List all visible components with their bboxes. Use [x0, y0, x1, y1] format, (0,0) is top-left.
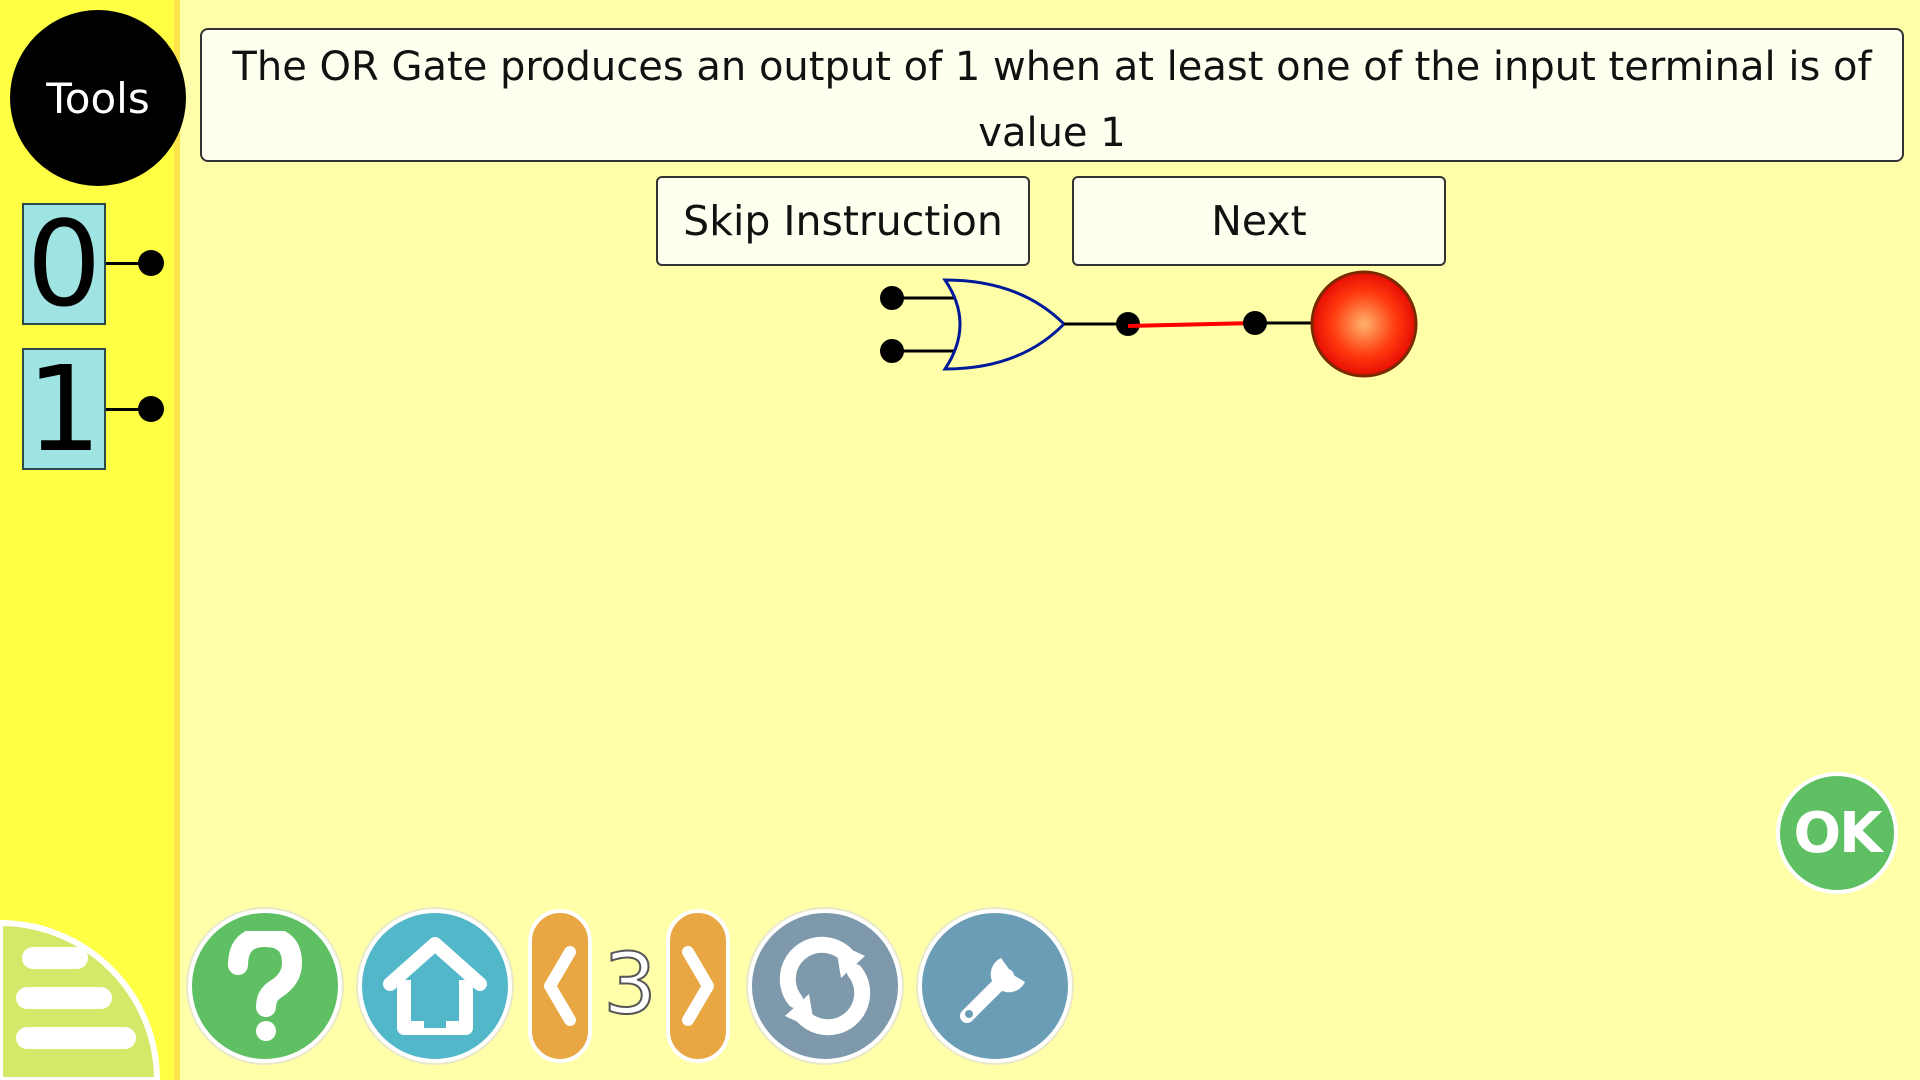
help-icon: [228, 931, 303, 1041]
chevron-right-icon: [682, 946, 714, 1026]
connection-wire[interactable]: [1127, 321, 1256, 328]
settings-button[interactable]: [918, 909, 1072, 1063]
menu-button[interactable]: [0, 915, 165, 1080]
reload-button[interactable]: [748, 909, 902, 1063]
gate-input-a-terminal[interactable]: [880, 286, 904, 310]
level-number: 3: [602, 934, 657, 1034]
wrench-icon: [960, 958, 1025, 1023]
or-gate[interactable]: [942, 278, 1067, 371]
home-button[interactable]: [358, 909, 512, 1063]
home-icon: [383, 937, 487, 1035]
gate-input-b-terminal[interactable]: [880, 339, 904, 363]
reload-icon: [779, 936, 871, 1036]
previous-level-button[interactable]: [528, 909, 592, 1063]
chevron-left-icon: [544, 946, 576, 1026]
help-button[interactable]: [188, 909, 342, 1063]
ok-button[interactable]: OK: [1776, 772, 1898, 894]
next-level-button[interactable]: [666, 909, 730, 1063]
ok-label: OK: [1793, 800, 1883, 866]
output-lamp[interactable]: [1310, 270, 1418, 378]
